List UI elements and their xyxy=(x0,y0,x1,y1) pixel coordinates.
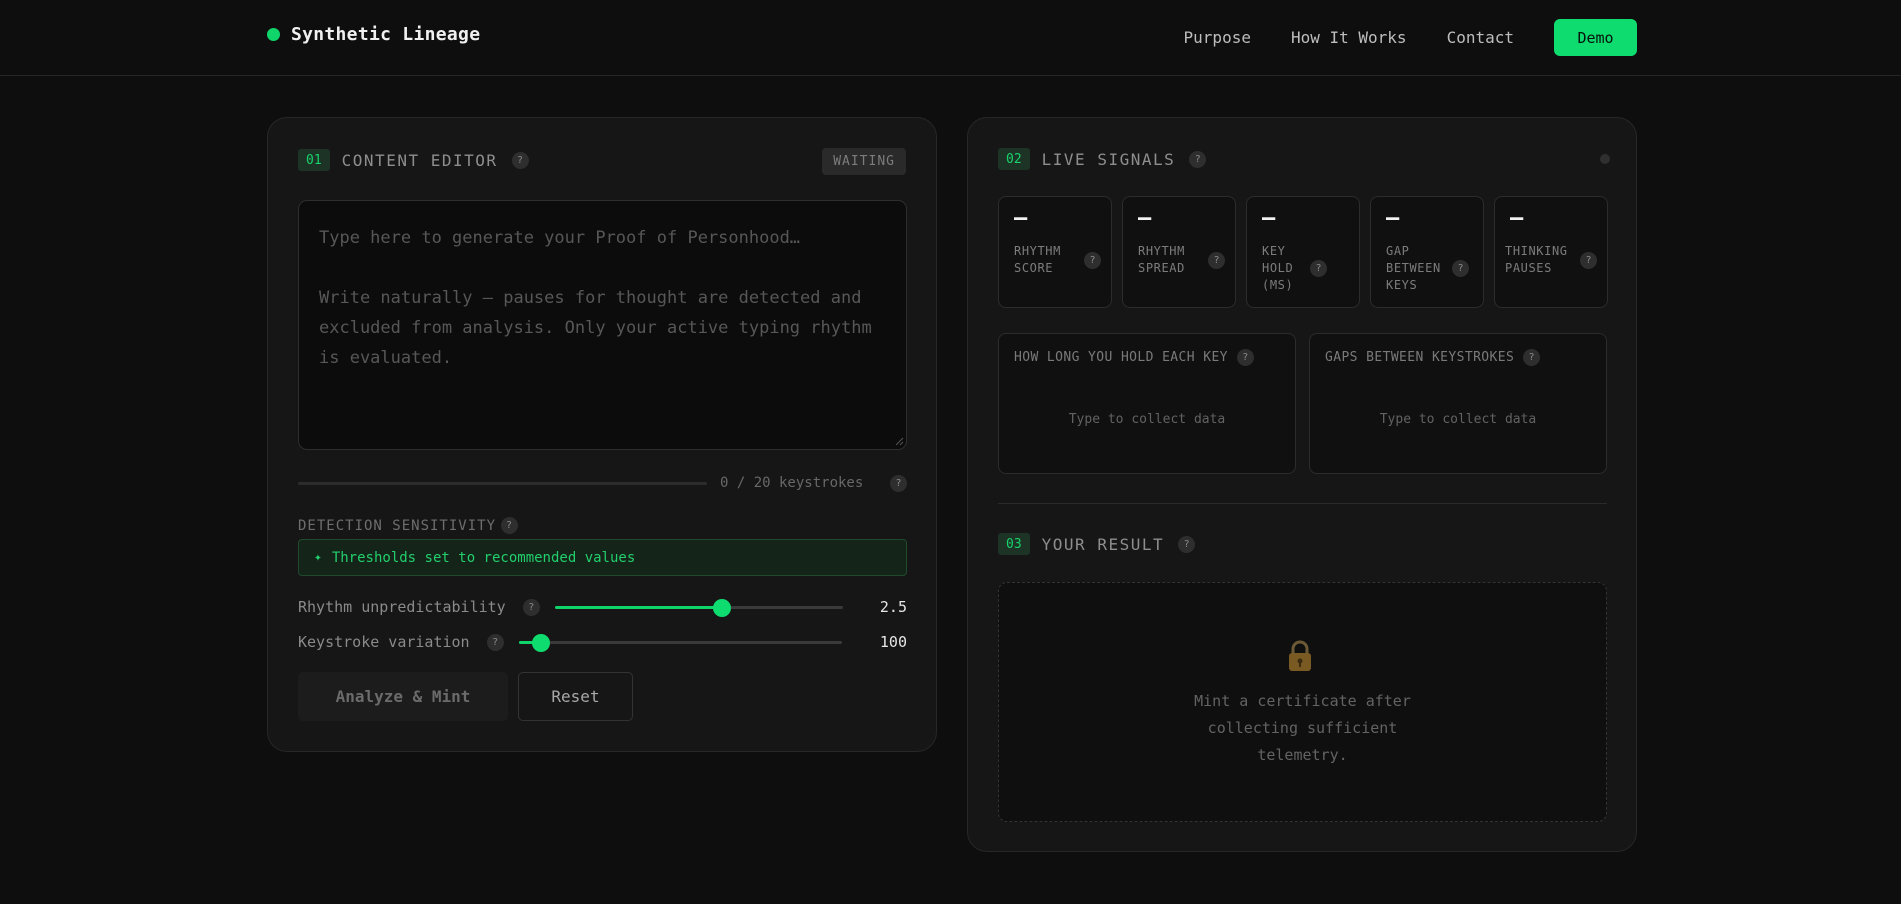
metric-label: THINKING PAUSES xyxy=(1505,244,1568,275)
live-signals-header: 02 LIVE SIGNALS ? xyxy=(998,148,1207,170)
slider-fill xyxy=(554,605,722,609)
help-icon[interactable]: ? xyxy=(1452,260,1469,277)
resize-handle-icon[interactable] xyxy=(894,436,904,446)
result-placeholder: Mint a certificate after collecting suff… xyxy=(998,582,1607,822)
metric-label: RHYTHM SCORE xyxy=(1014,244,1061,275)
status-badge: WAITING xyxy=(822,148,906,175)
metric-card-gap-between-keys: — GAP BETWEEN KEYS ? xyxy=(1370,196,1484,308)
section-title: CONTENT EDITOR xyxy=(341,150,498,170)
slider-label: Rhythm unpredictability xyxy=(298,598,506,616)
lock-icon xyxy=(1289,640,1311,671)
section-number: 03 xyxy=(998,533,1030,555)
keystroke-gaps-chart: GAPS BETWEEN KEYSTROKES ? Type to collec… xyxy=(1309,333,1607,474)
brand-dot-icon xyxy=(267,28,280,41)
help-icon[interactable]: ? xyxy=(1084,251,1101,269)
brand[interactable]: Synthetic Lineage xyxy=(267,24,480,45)
variation-slider-row: Keystroke variation ? 100 xyxy=(298,632,907,652)
slider-value: 100 xyxy=(879,633,907,651)
help-icon[interactable]: ? xyxy=(522,598,540,616)
result-message: Mint a certificate after collecting suff… xyxy=(1194,692,1411,764)
content-editor-header: 01 CONTENT EDITOR ? xyxy=(298,149,529,171)
nav-link-purpose[interactable]: Purpose xyxy=(1184,28,1251,47)
reset-button[interactable]: Reset xyxy=(518,672,633,721)
demo-button[interactable]: Demo xyxy=(1554,19,1637,56)
metric-card-rhythm-spread: — RHYTHM SPREAD ? xyxy=(1122,196,1236,308)
metric-value: — xyxy=(1014,206,1028,231)
live-signals-panel: 02 LIVE SIGNALS ? — RHYTHM SCORE ? — RHY… xyxy=(967,117,1637,852)
section-title: YOUR RESULT xyxy=(1041,534,1165,554)
threshold-notice-text: Thresholds set to recommended values xyxy=(331,549,636,566)
slider-label: Keystroke variation xyxy=(298,633,470,651)
help-icon[interactable]: ? xyxy=(486,633,504,651)
help-icon[interactable]: ? xyxy=(1236,349,1254,366)
sensitivity-title: DETECTION SENSITIVITY xyxy=(298,517,497,534)
sparkle-icon: ✦ xyxy=(314,550,322,565)
section-title: LIVE SIGNALS xyxy=(1041,149,1176,169)
your-result-header: 03 YOUR RESULT ? xyxy=(998,533,1196,555)
key-hold-chart: HOW LONG YOU HOLD EACH KEY ? Type to col… xyxy=(998,333,1296,474)
rhythm-slider-row: Rhythm unpredictability ? 2.5 xyxy=(298,597,907,617)
metric-card-key-hold: — KEY HOLD (MS) ? xyxy=(1246,196,1360,308)
section-number: 01 xyxy=(298,149,330,171)
divider xyxy=(998,503,1607,504)
chart-empty-state: Type to collect data xyxy=(1379,412,1537,427)
help-icon[interactable]: ? xyxy=(1208,251,1225,269)
live-indicator-icon xyxy=(1600,154,1610,164)
nav-link-how-it-works[interactable]: How It Works xyxy=(1291,28,1407,47)
metric-value: — xyxy=(1386,206,1400,231)
keystroke-progress: 0 / 20 keystrokes ? xyxy=(298,473,907,493)
help-icon[interactable]: ? xyxy=(1178,535,1196,553)
help-icon[interactable]: ? xyxy=(1580,251,1597,269)
help-icon[interactable]: ? xyxy=(1189,150,1207,168)
analyze-mint-button[interactable]: Analyze & Mint xyxy=(298,672,508,721)
content-editor-input[interactable] xyxy=(298,200,907,450)
threshold-notice: ✦ Thresholds set to recommended values xyxy=(298,539,907,576)
metric-label: RHYTHM SPREAD xyxy=(1138,244,1185,275)
help-icon[interactable]: ? xyxy=(511,151,529,169)
metric-card-rhythm-score: — RHYTHM SCORE ? xyxy=(998,196,1112,308)
chart-title: GAPS BETWEEN KEYSTROKES xyxy=(1325,350,1515,365)
metric-label: GAP BETWEEN KEYS xyxy=(1386,244,1441,292)
slider-value: 2.5 xyxy=(879,598,907,616)
nav-link-contact[interactable]: Contact xyxy=(1447,28,1514,47)
progress-track xyxy=(298,481,707,485)
keystroke-count: 0 / 20 keystrokes xyxy=(720,475,864,491)
variation-slider[interactable] xyxy=(518,633,842,652)
chart-empty-state: Type to collect data xyxy=(1068,412,1226,427)
slider-thumb[interactable] xyxy=(532,633,551,652)
metric-label: KEY HOLD (MS) xyxy=(1262,244,1294,292)
top-header: Synthetic Lineage Purpose How It Works C… xyxy=(0,0,1901,76)
metric-value: — xyxy=(1510,206,1524,231)
action-buttons: Analyze & Mint Reset xyxy=(298,672,633,721)
metric-value: — xyxy=(1262,206,1276,231)
help-icon[interactable]: ? xyxy=(501,517,519,534)
section-number: 02 xyxy=(998,148,1030,170)
rhythm-slider[interactable] xyxy=(554,598,843,617)
metric-card-thinking-pauses: — THINKING PAUSES ? xyxy=(1494,196,1608,308)
metric-value: — xyxy=(1138,206,1152,231)
sensitivity-label: DETECTION SENSITIVITY ? xyxy=(298,517,519,534)
help-icon[interactable]: ? xyxy=(1310,260,1327,277)
help-icon[interactable]: ? xyxy=(1523,349,1541,366)
main-nav: Purpose How It Works Contact Demo xyxy=(1184,19,1637,56)
slider-thumb[interactable] xyxy=(712,598,731,617)
content-editor-panel: 01 CONTENT EDITOR ? WAITING 0 / 20 keyst… xyxy=(267,117,937,752)
chart-title: HOW LONG YOU HOLD EACH KEY xyxy=(1014,350,1228,365)
help-icon[interactable]: ? xyxy=(890,474,907,492)
brand-name: Synthetic Lineage xyxy=(291,24,481,45)
